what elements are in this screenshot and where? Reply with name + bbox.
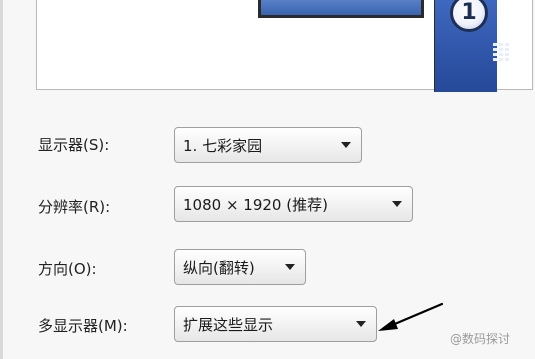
chevron-down-icon (341, 142, 351, 148)
orientation-label: 方向(O): (38, 260, 97, 278)
resolution-select-value: 1080 × 1920 (推荐) (183, 195, 328, 214)
monitor-keypad-icon (493, 43, 509, 61)
arrow-pointer-icon (378, 302, 444, 331)
chevron-down-icon (392, 201, 402, 207)
orientation-select-value: 纵向(翻转) (183, 258, 255, 277)
multiple-displays-label: 多显示器(M): (38, 317, 128, 335)
chevron-down-icon (285, 264, 295, 270)
display-select-value: 1. 七彩家园 (183, 136, 263, 155)
chevron-down-icon (356, 321, 366, 327)
panel-border (0, 0, 3, 359)
resolution-select[interactable]: 1080 × 1920 (推荐) (174, 186, 413, 222)
resolution-label: 分辨率(R): (38, 198, 111, 216)
multiple-displays-select-value: 扩展这些显示 (183, 315, 274, 334)
display-settings-panel: 1 显示器(S): 1. 七彩家园 分辨率(R): 1080 × 1920 (推… (0, 0, 535, 359)
watermark: @数码探讨 (450, 330, 510, 347)
display-select[interactable]: 1. 七彩家园 (174, 127, 362, 163)
multiple-displays-select[interactable]: 扩展这些显示 (174, 306, 377, 342)
monitor-thumbnail-secondary[interactable] (258, 0, 424, 18)
orientation-select[interactable]: 纵向(翻转) (174, 249, 306, 285)
watermark-text: @数码探讨 (450, 332, 511, 346)
display-label: 显示器(S): (38, 136, 110, 154)
